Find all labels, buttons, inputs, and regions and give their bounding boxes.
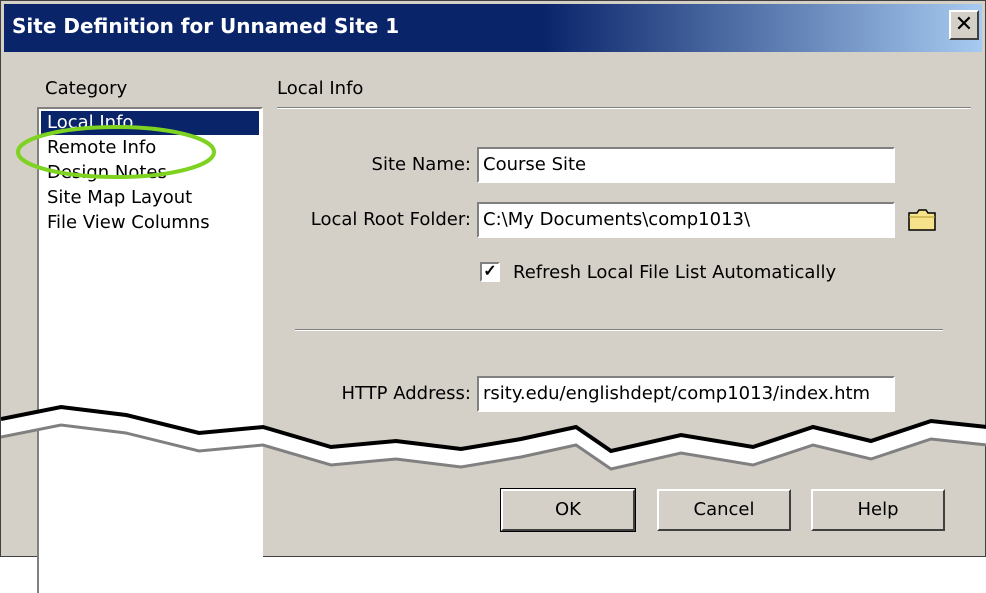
local-root-folder-input[interactable]: C:\My Documents\comp1013\ bbox=[477, 202, 895, 238]
folder-icon[interactable] bbox=[908, 209, 936, 231]
section-divider-2 bbox=[295, 329, 943, 331]
help-button[interactable]: Help bbox=[811, 489, 945, 531]
local-root-folder-label: Local Root Folder: bbox=[310, 209, 471, 230]
category-item-file-view-columns[interactable]: File View Columns bbox=[41, 211, 259, 235]
refresh-checkbox-label[interactable]: Refresh Local File List Automatically bbox=[513, 262, 836, 283]
category-label: Category bbox=[45, 78, 128, 99]
window-title: Site Definition for Unnamed Site 1 bbox=[12, 14, 400, 38]
torn-edge-graphic bbox=[1, 404, 986, 471]
close-icon: ✕ bbox=[954, 12, 974, 37]
highlight-circle-annotation bbox=[16, 125, 216, 179]
close-button[interactable]: ✕ bbox=[949, 10, 979, 40]
category-item-site-map-layout[interactable]: Site Map Layout bbox=[41, 186, 259, 210]
site-name-input[interactable]: Course Site bbox=[477, 147, 895, 183]
ok-button[interactable]: OK bbox=[500, 488, 636, 532]
site-name-label: Site Name: bbox=[371, 154, 471, 175]
title-bar[interactable]: Site Definition for Unnamed Site 1 ✕ bbox=[4, 4, 982, 52]
cancel-button[interactable]: Cancel bbox=[657, 489, 791, 531]
section-divider bbox=[277, 107, 971, 109]
refresh-checkbox[interactable]: ✓ bbox=[480, 262, 500, 282]
section-title: Local Info bbox=[277, 78, 364, 99]
site-definition-dialog: Site Definition for Unnamed Site 1 ✕ Cat… bbox=[0, 0, 986, 593]
